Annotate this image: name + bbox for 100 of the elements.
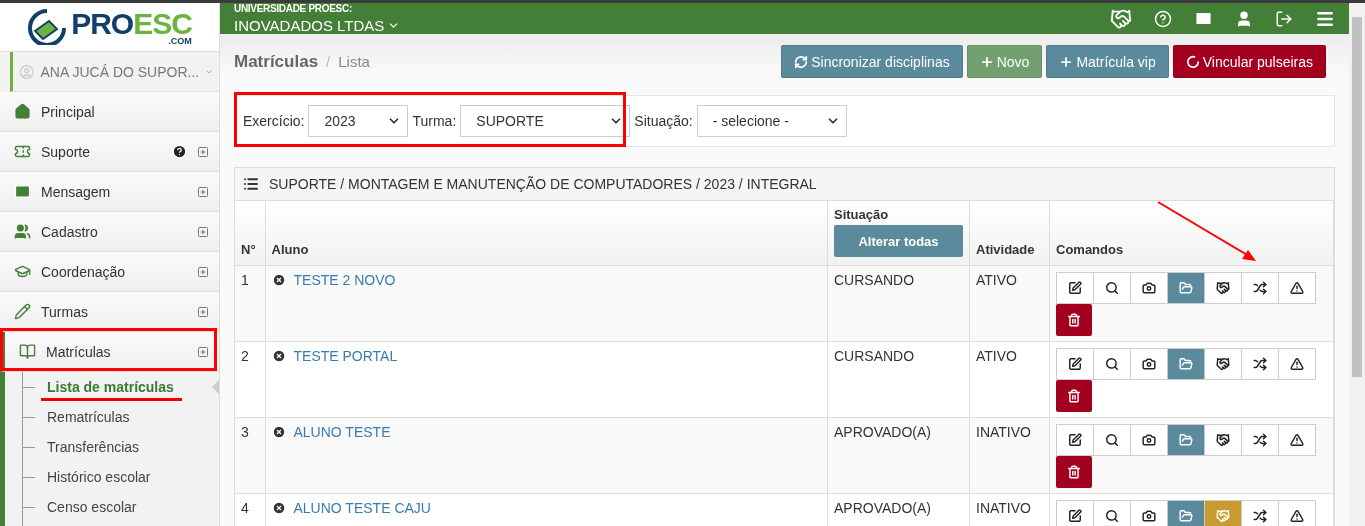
- column-header: Situação: [834, 207, 890, 222]
- delete-button[interactable]: [1056, 380, 1092, 412]
- warning-button[interactable]: [1278, 500, 1316, 526]
- expand-icon[interactable]: [197, 265, 209, 278]
- sidebar-item[interactable]: Coordenação: [0, 252, 219, 292]
- camera-button[interactable]: [1130, 424, 1168, 456]
- shuffle-button[interactable]: [1241, 500, 1279, 526]
- help-icon[interactable]: [172, 144, 187, 159]
- submenu-item[interactable]: Histórico escolar: [47, 469, 151, 485]
- remove-icon[interactable]: [271, 349, 286, 363]
- search-icon: [1105, 281, 1119, 295]
- action-button[interactable]: Sincronizar disciplinas: [781, 45, 963, 78]
- shuffle-icon: [1253, 357, 1267, 371]
- plus-icon: [979, 54, 994, 69]
- expand-icon[interactable]: [197, 305, 209, 318]
- shuffle-button[interactable]: [1241, 424, 1279, 456]
- edit-button[interactable]: [1056, 348, 1094, 380]
- submenu-item[interactable]: Transferências: [47, 439, 140, 455]
- row-number: 1: [241, 272, 249, 288]
- submenu-item[interactable]: Rematrículas: [47, 409, 130, 425]
- row-number: 4: [241, 500, 249, 516]
- sidebar-item[interactable]: Suporte: [0, 132, 219, 172]
- action-button[interactable]: Matrícula vip: [1046, 45, 1169, 78]
- logo-text: PROESC: [71, 8, 192, 39]
- warning-button[interactable]: [1278, 348, 1316, 380]
- activity-text: INATIVO: [976, 500, 1031, 516]
- remove-icon[interactable]: [271, 501, 286, 515]
- status-text: APROVADO(A): [834, 424, 931, 440]
- sidebar-item[interactable]: Cadastro: [0, 212, 219, 252]
- filter-label: Exercício:: [243, 113, 305, 129]
- handshake-icon[interactable]: [1110, 7, 1132, 30]
- shuffle-icon: [1253, 509, 1267, 523]
- ring-icon: [1185, 54, 1200, 69]
- handshake-button[interactable]: [1204, 348, 1242, 380]
- company-selector[interactable]: INOVADADOS LTDAS: [234, 17, 401, 34]
- shuffle-icon: [1253, 433, 1267, 447]
- folder-icon: [1179, 509, 1193, 523]
- delete-button[interactable]: [1056, 304, 1092, 336]
- submenu-item[interactable]: Lista de matrículas: [47, 379, 174, 395]
- remove-icon[interactable]: [271, 273, 286, 287]
- scrollbar[interactable]: [1349, 3, 1365, 526]
- search-icon: [1105, 357, 1119, 371]
- folder-button[interactable]: [1167, 424, 1205, 456]
- sidebar-item[interactable]: Turmas: [0, 292, 219, 332]
- warning-icon: [1290, 357, 1304, 371]
- delete-icon: [1067, 389, 1081, 403]
- filter-select[interactable]: SUPORTE: [460, 105, 631, 137]
- search-button[interactable]: [1093, 424, 1131, 456]
- search-icon: [1105, 509, 1119, 523]
- folder-button[interactable]: [1167, 348, 1205, 380]
- warning-button[interactable]: [1278, 424, 1316, 456]
- filter-select[interactable]: 2023: [308, 105, 409, 137]
- expand-icon[interactable]: [197, 145, 209, 158]
- action-button[interactable]: Vincular pulseiras: [1172, 45, 1326, 78]
- expand-icon[interactable]: [197, 225, 209, 238]
- folder-button[interactable]: [1167, 272, 1205, 304]
- student-link[interactable]: ALUNO TESTE CAJU: [293, 500, 431, 516]
- activity-text: INATIVO: [976, 424, 1031, 440]
- logout-icon[interactable]: [1275, 9, 1293, 28]
- shuffle-icon: [1253, 281, 1267, 295]
- user-icon[interactable]: [1235, 9, 1253, 28]
- student-link[interactable]: TESTE PORTAL: [293, 348, 398, 364]
- search-button[interactable]: [1093, 272, 1131, 304]
- sidebar-item[interactable]: Mensagem: [0, 172, 219, 212]
- warning-icon: [1290, 509, 1304, 523]
- remove-icon[interactable]: [271, 425, 286, 439]
- camera-button[interactable]: [1130, 348, 1168, 380]
- column-header: Aluno: [271, 242, 310, 257]
- edit-icon: [1068, 433, 1082, 447]
- handshake-icon: [1216, 357, 1230, 371]
- handshake-button[interactable]: [1204, 272, 1242, 304]
- delete-button[interactable]: [1056, 456, 1092, 488]
- submenu-item[interactable]: Censo escolar: [47, 499, 137, 515]
- filter-label: Situação:: [634, 113, 693, 129]
- sidebar-item[interactable]: Principal: [0, 92, 219, 132]
- expand-icon[interactable]: [197, 185, 209, 198]
- institution-name: UNIVERSIDADE PROESC:: [234, 3, 353, 14]
- student-link[interactable]: TESTE 2 NOVO: [293, 272, 396, 288]
- breadcrumb-separator: /: [326, 52, 331, 70]
- folder-button[interactable]: [1167, 500, 1205, 526]
- edit-button[interactable]: [1056, 424, 1094, 456]
- camera-icon: [1142, 357, 1156, 371]
- edit-button[interactable]: [1056, 272, 1094, 304]
- student-link[interactable]: ALUNO TESTE: [293, 424, 391, 440]
- row-number: 2: [241, 348, 249, 364]
- camera-icon: [1142, 509, 1156, 523]
- search-icon: [1105, 433, 1119, 447]
- handshake-button[interactable]: [1204, 424, 1242, 456]
- list-icon: [243, 176, 259, 192]
- shuffle-button[interactable]: [1241, 272, 1279, 304]
- warning-button[interactable]: [1278, 272, 1316, 304]
- panel-title: SUPORTE / MONTAGEM E MANUTENÇÃO DE COMPUTADORES / 2023 / INTEGRAL: [269, 176, 817, 192]
- expand-icon[interactable]: [197, 345, 209, 358]
- edit-button[interactable]: [1056, 500, 1094, 526]
- bulk-change-button[interactable]: Alterar todas: [834, 225, 963, 257]
- search-button[interactable]: [1093, 348, 1131, 380]
- filter-select[interactable]: - selecione -: [696, 105, 847, 137]
- camera-button[interactable]: [1130, 272, 1168, 304]
- folder-icon: [1179, 433, 1193, 447]
- shuffle-button[interactable]: [1241, 348, 1279, 380]
